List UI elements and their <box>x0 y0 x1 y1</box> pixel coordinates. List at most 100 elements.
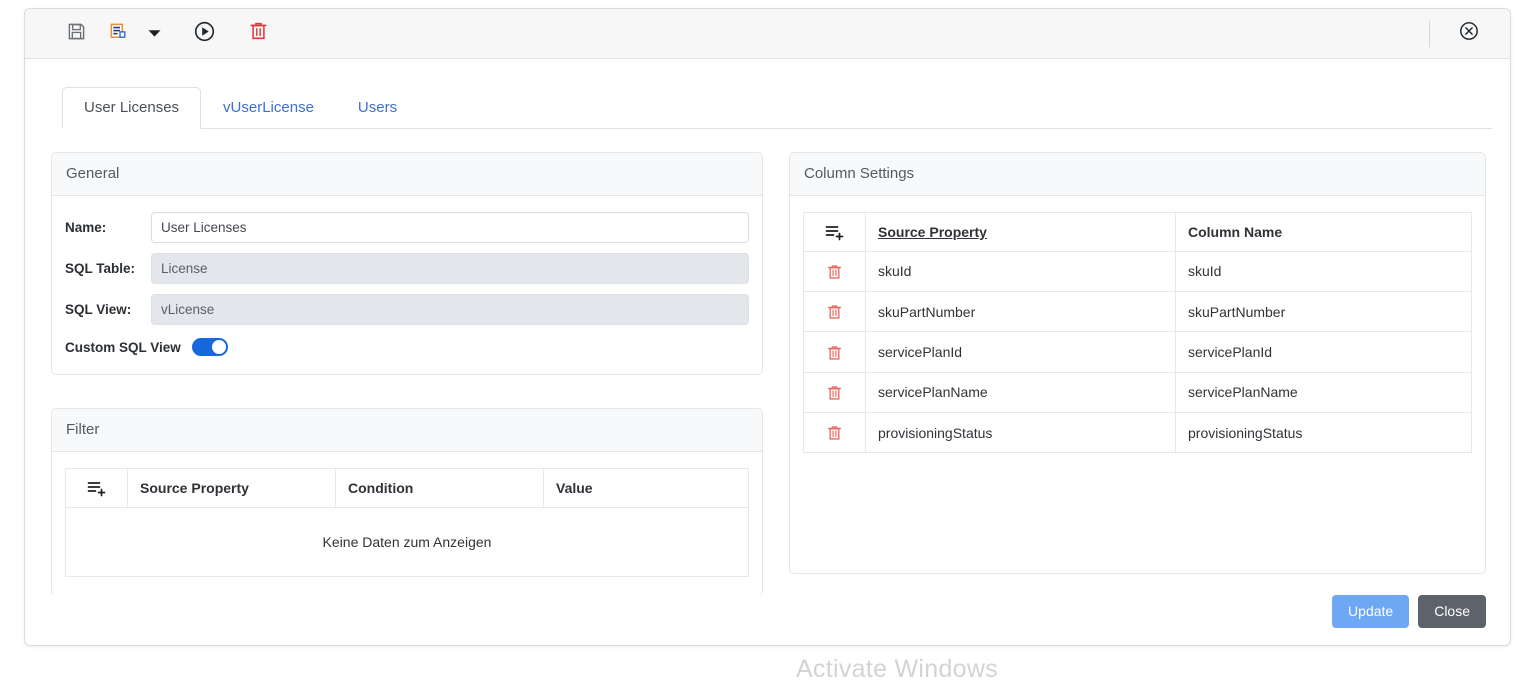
delete-row-button[interactable] <box>803 411 866 454</box>
toggle-knob <box>211 340 226 354</box>
tab-label: User Licenses <box>84 99 180 116</box>
column-settings-col-column-name[interactable]: Column Name <box>1175 212 1472 252</box>
filter-empty-message: Keine Daten zum Anzeigen <box>65 506 749 577</box>
delete-button[interactable] <box>237 17 279 51</box>
delete-row-button[interactable] <box>803 291 866 333</box>
trash-icon <box>827 385 842 401</box>
close-circle-icon <box>1459 21 1479 46</box>
tab-vuserlicense[interactable]: vUserLicense <box>201 87 336 129</box>
column-settings-add-row-button[interactable] <box>803 212 866 252</box>
cell-source-property: skuId <box>865 250 1176 293</box>
cell-column-name: servicePlanId <box>1175 331 1472 373</box>
table-row[interactable]: servicePlanId servicePlanId <box>803 331 1472 373</box>
trash-icon <box>827 304 842 320</box>
filter-col-source-property[interactable]: Source Property <box>127 468 336 508</box>
sql-view-input <box>151 294 749 325</box>
sql-view-label: SQL View: <box>65 302 132 317</box>
name-input[interactable] <box>151 212 749 243</box>
filter-card-header: Filter <box>52 409 762 452</box>
play-circle-icon <box>194 21 215 47</box>
sql-table-label: SQL Table: <box>65 261 136 276</box>
column-header-label: Condition <box>348 479 414 496</box>
column-settings-grid-body: skuId skuId skuPartNumber skuPartNumber … <box>803 250 1472 454</box>
filter-add-row-button[interactable] <box>65 468 128 508</box>
cell-column-name: provisioningStatus <box>1175 411 1472 454</box>
delete-row-button[interactable] <box>803 250 866 293</box>
column-header-label: Source Property <box>140 479 249 496</box>
close-dialog-button[interactable] <box>1448 17 1490 51</box>
form-row-name: Name: <box>65 212 749 243</box>
column-settings-col-source-property[interactable]: Source Property <box>865 212 1176 252</box>
close-button[interactable]: Close <box>1418 595 1486 628</box>
save-as-button[interactable] <box>97 17 139 51</box>
trash-icon <box>827 425 842 441</box>
custom-sql-view-label: Custom SQL View <box>65 339 181 355</box>
table-row[interactable]: skuPartNumber skuPartNumber <box>803 291 1472 333</box>
filter-title: Filter <box>66 421 100 438</box>
name-label: Name: <box>65 220 107 235</box>
table-row[interactable]: skuId skuId <box>803 250 1472 293</box>
tab-strip: User Licenses vUserLicense Users <box>62 87 1492 129</box>
filter-grid: Source Property Condition Value Keine Da… <box>65 468 749 577</box>
filter-col-condition[interactable]: Condition <box>335 468 544 508</box>
general-card-body: Name: SQL Table: SQL View: Custom SQL Vi… <box>52 196 762 374</box>
activate-windows-watermark: Activate Windows <box>0 655 1530 684</box>
custom-sql-view-toggle[interactable] <box>191 338 228 356</box>
sql-table-input <box>151 253 749 284</box>
filter-empty-row: Keine Daten zum Anzeigen <box>65 506 749 577</box>
column-header-label: Source Property <box>878 223 987 240</box>
dialog-toolbar <box>25 9 1510 59</box>
save-icon <box>67 22 86 46</box>
delete-row-button[interactable] <box>803 331 866 373</box>
custom-sql-view-row: Custom SQL View <box>65 338 749 356</box>
general-title: General <box>66 165 120 182</box>
table-row[interactable]: provisioningStatus provisioningStatus <box>803 411 1472 454</box>
filter-card: Filter Source Property Condition Value K… <box>51 408 763 595</box>
column-header-label: Column Name <box>1188 223 1283 240</box>
run-button[interactable] <box>183 17 225 51</box>
dialog-footer: Update Close <box>25 595 1510 645</box>
trash-icon <box>827 264 842 280</box>
cell-source-property: provisioningStatus <box>865 411 1176 454</box>
filter-grid-body: Keine Daten zum Anzeigen <box>65 506 749 577</box>
cell-source-property: skuPartNumber <box>865 291 1176 333</box>
cell-source-property: servicePlanId <box>865 331 1176 373</box>
save-button[interactable] <box>55 17 97 51</box>
right-column: Column Settings Source Property Column N… <box>789 152 1486 595</box>
column-settings-header-row: Source Property Column Name <box>803 212 1472 252</box>
tab-user-licenses[interactable]: User Licenses <box>62 87 202 129</box>
tabs-container: User Licenses vUserLicense Users <box>25 59 1510 129</box>
column-settings-card-header: Column Settings <box>790 153 1485 196</box>
table-row[interactable]: servicePlanName servicePlanName <box>803 371 1472 413</box>
filter-card-body: Source Property Condition Value Keine Da… <box>52 452 762 595</box>
column-settings-grid: Source Property Column Name skuId skuId … <box>803 212 1472 454</box>
tab-label: vUserLicense <box>223 99 314 116</box>
filter-grid-header-row: Source Property Condition Value <box>65 468 749 508</box>
tab-label: Users <box>357 99 398 116</box>
toolbar-divider <box>1429 20 1430 47</box>
tab-users[interactable]: Users <box>336 87 419 129</box>
column-settings-card-body: Source Property Column Name skuId skuId … <box>790 196 1485 573</box>
left-column: General Name: SQL Table: SQL View: <box>51 152 763 595</box>
filter-col-value[interactable]: Value <box>543 468 749 508</box>
add-rows-icon <box>825 224 845 241</box>
chevron-down-icon <box>148 25 161 43</box>
column-settings-title: Column Settings <box>804 165 915 182</box>
cell-column-name: skuId <box>1175 250 1472 293</box>
add-rows-icon <box>87 480 107 497</box>
save-as-dropdown-caret[interactable] <box>139 17 169 51</box>
dialog-body: General Name: SQL Table: SQL View: <box>25 129 1510 595</box>
form-row-sql-view: SQL View: <box>65 294 749 325</box>
general-card-header: General <box>52 153 762 196</box>
delete-row-button[interactable] <box>803 371 866 413</box>
column-settings-card: Column Settings Source Property Column N… <box>789 152 1486 575</box>
column-header-label: Value <box>556 479 593 496</box>
form-row-sql-table: SQL Table: <box>65 253 749 284</box>
save-as-icon <box>109 22 128 46</box>
update-button[interactable]: Update <box>1332 595 1410 628</box>
general-card: General Name: SQL Table: SQL View: <box>51 152 763 375</box>
data-source-dialog: User Licenses vUserLicense Users General… <box>24 8 1511 646</box>
cell-source-property: servicePlanName <box>865 371 1176 413</box>
trash-icon <box>827 345 842 361</box>
watermark-text: Activate Windows <box>795 655 999 683</box>
